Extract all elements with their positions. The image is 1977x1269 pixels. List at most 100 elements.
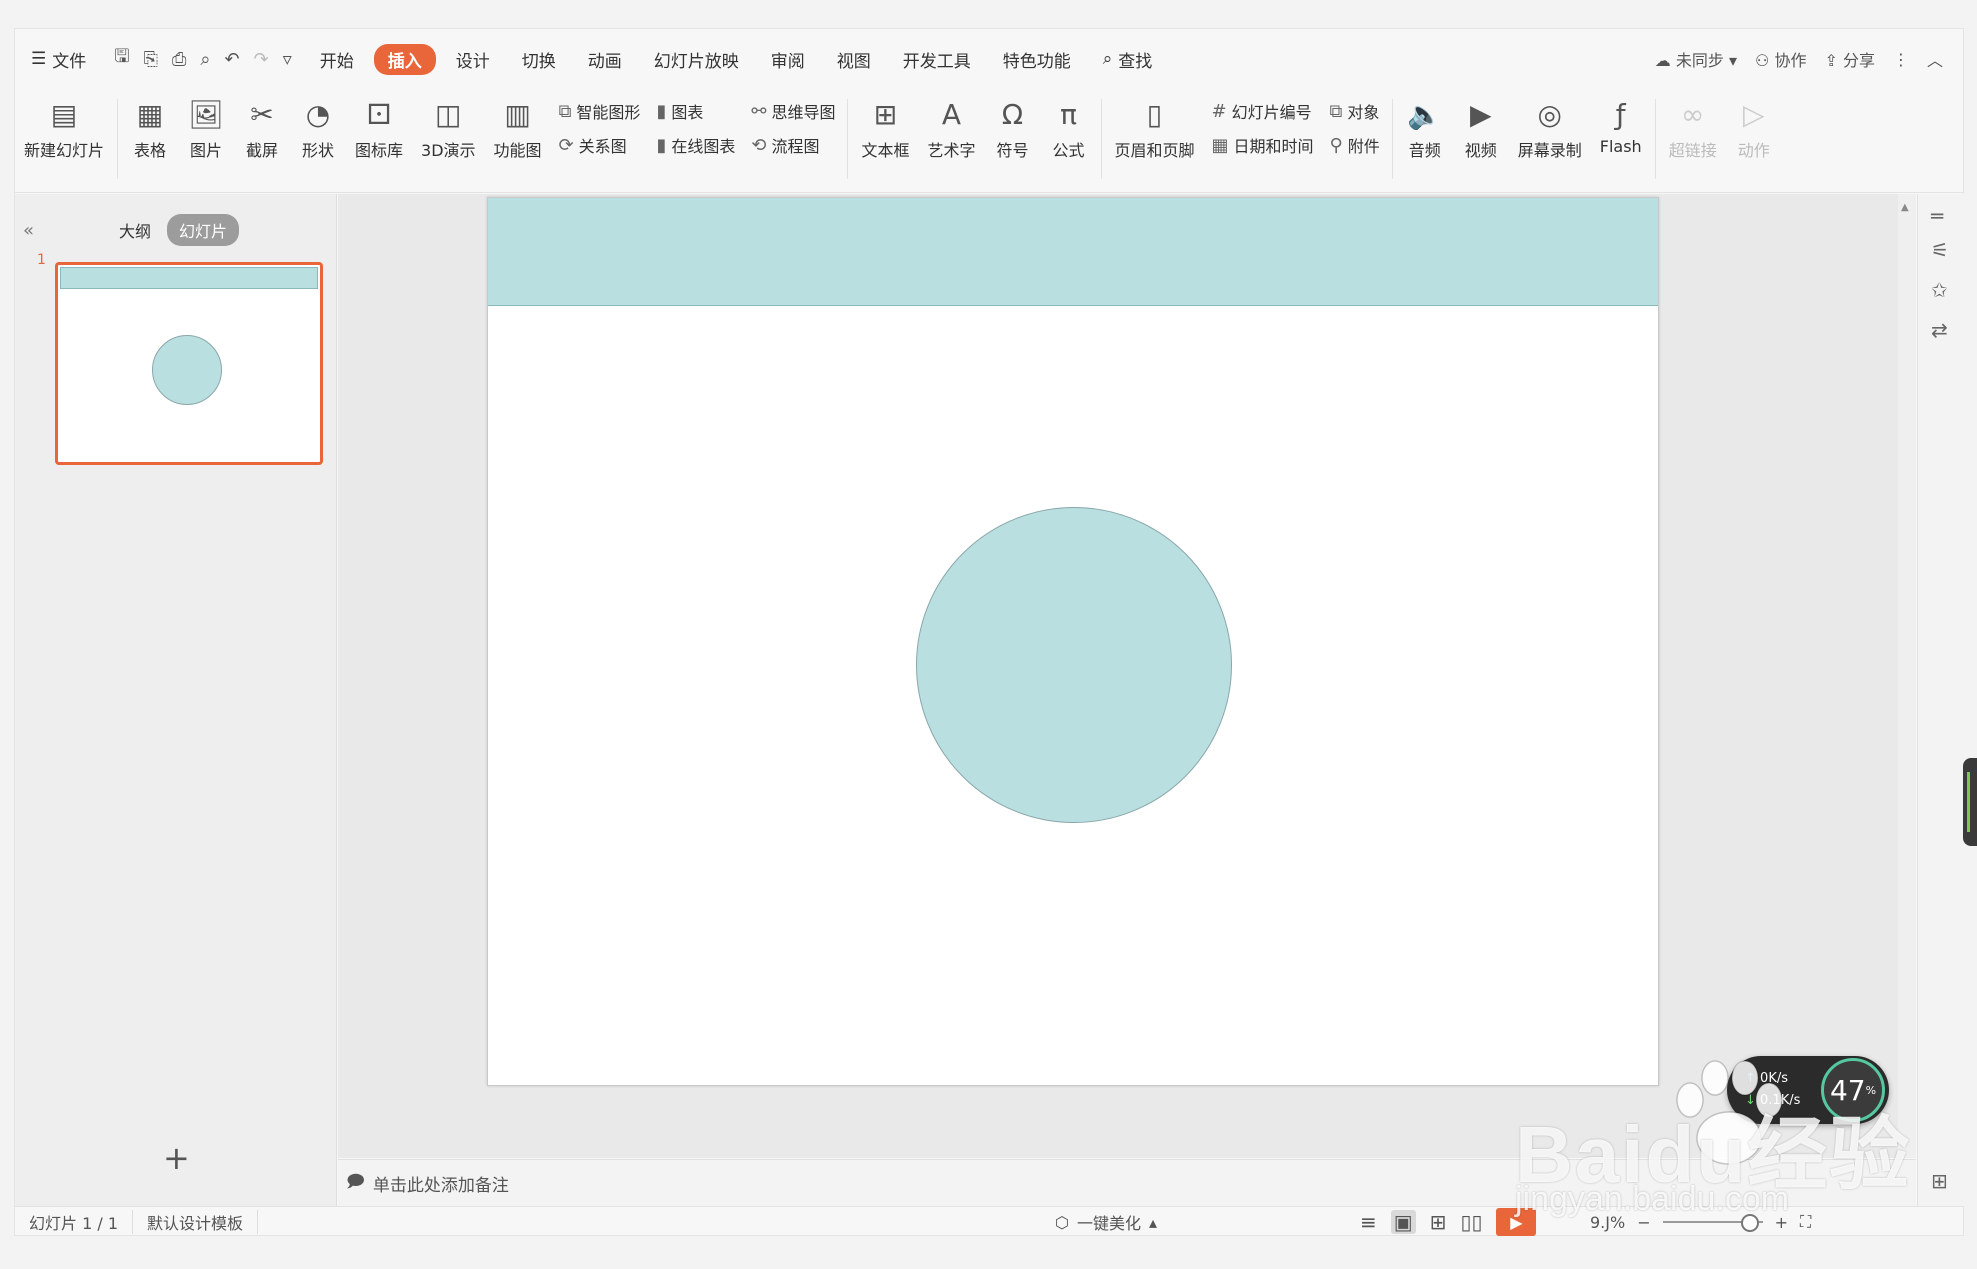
slide-number-button[interactable]: # 幻灯片编号 [1212,99,1314,123]
add-slide-icon[interactable]: + [163,1139,190,1177]
side-float-tab[interactable] [1963,758,1977,846]
online-chart-icon: ▮ [656,134,667,156]
template-name[interactable]: 默认设计模板 [133,1210,259,1234]
circle-shape[interactable] [916,507,1232,823]
relation-button[interactable]: ⟳ 关系图 [559,133,641,157]
omega-icon: Ω [1001,97,1024,131]
print-preview-icon[interactable]: ⌕ [200,49,210,70]
smart-shape-icon: ⧉ [558,100,572,122]
search-button[interactable]: ⌕ 查找 [1087,47,1169,72]
magic-icon[interactable]: ✩ [1931,278,1948,302]
divider [1100,99,1102,179]
tab-home[interactable]: 开始 [304,47,370,72]
flowchart-button[interactable]: ⟲ 流程图 [751,133,835,157]
collapse-ribbon-icon[interactable]: ︿ [1927,47,1943,71]
divider [117,99,119,179]
screen-record-button[interactable]: ◎ 屏幕录制 [1509,95,1591,161]
tab-insert[interactable]: 插入 [373,43,436,75]
save-icon[interactable]: 🖫 [114,44,129,74]
fit-window-icon[interactable]: ⛶ [1800,1212,1811,1232]
notes-area[interactable]: 🗩 单击此处添加备注 [338,1159,1916,1206]
zoom-out-icon[interactable]: − [1637,1213,1650,1232]
icon-library-icon: ⚀ [366,97,392,131]
textbox-button[interactable]: ⊞ 文本框 [852,95,918,161]
online-chart-button[interactable]: ▮ 在线图表 [656,133,735,157]
file-menu[interactable]: ☰ 文件 [15,47,102,72]
tab-review[interactable]: 审阅 [755,47,821,72]
function-chart-icon: ▥ [504,97,531,131]
tab-outline[interactable]: 大纲 [119,218,151,242]
scroll-up-icon[interactable]: ▲ [1901,202,1909,213]
icon-library-button[interactable]: ⚀ 图标库 [346,95,412,161]
quick-access-toolbar: 🖫 ⎘ ⎙ ⌕ ↶ ↷ ▿ [102,44,303,74]
collab-button[interactable]: ⚇ 协作 [1755,47,1806,71]
undo-icon[interactable]: ↶ [225,49,240,70]
header-footer-button[interactable]: ▯ 页眉和页脚 [1106,95,1204,161]
search-icon: ⌕ [1102,49,1113,69]
attachment-button[interactable]: ⚲ 附件 [1330,133,1380,157]
symbol-button[interactable]: Ω 符号 [985,95,1041,161]
divider [1654,99,1656,179]
3d-demo-button[interactable]: ◫ 3D演示 [412,95,485,161]
current-slide[interactable] [487,197,1659,1086]
apps-grid-icon[interactable]: ⊞ [1931,1169,1948,1193]
video-button[interactable]: ▶ 视频 [1453,95,1509,161]
smart-shape-button[interactable]: ⧉ 智能图形 [559,99,641,123]
table-button[interactable]: ▦ 表格 [122,95,178,161]
mind-map-button[interactable]: ⚯ 思维导图 [751,99,835,123]
divider [1391,99,1393,179]
slide-thumbnail[interactable] [55,262,323,465]
datetime-button[interactable]: ▦ 日期和时间 [1212,133,1314,157]
vertical-scrollbar[interactable]: ▲ [1898,194,1916,1158]
hyperlink-button[interactable]: ∞ 超链接 [1660,95,1726,161]
notes-toggle-icon[interactable]: ≡ [1360,1210,1377,1234]
zoom-in-icon[interactable]: + [1775,1213,1788,1232]
sorter-view-icon[interactable]: ⊞ [1430,1210,1447,1234]
tab-transition[interactable]: 切换 [506,47,572,72]
sidebar-handle-icon: ═ [1931,204,1944,228]
tab-slides[interactable]: 幻灯片 [167,214,240,246]
tab-developer[interactable]: 开发工具 [887,47,987,72]
tab-slideshow[interactable]: 幻灯片放映 [638,47,755,72]
shape-button[interactable]: ◔ 形状 [290,95,346,161]
3d-icon: ◫ [435,97,462,131]
screen-record-icon: ◎ [1537,97,1562,131]
formula-button[interactable]: π 公式 [1041,95,1097,161]
properties-icon[interactable]: ⚟ [1931,238,1949,262]
tab-view[interactable]: 视图 [821,47,887,72]
more-icon[interactable]: ⋮ [1893,50,1909,69]
net-speed-lines: ↑ 0K/s ↓ 0.1K/s [1745,1071,1801,1108]
action-button[interactable]: ▷ 动作 [1726,95,1782,161]
object-button[interactable]: ⧉ 对象 [1330,99,1380,123]
header-band-shape[interactable] [488,198,1658,306]
format-painter-icon[interactable]: ⎘ [144,49,158,70]
zoom-slider[interactable] [1662,1214,1763,1232]
tab-design[interactable]: 设计 [440,47,506,72]
play-slideshow-button[interactable]: ▶ [1496,1208,1537,1236]
art-text-button[interactable]: A 艺术字 [918,95,984,161]
textbox-icon: ⊞ [873,97,898,131]
customize-icon[interactable]: ▿ [283,49,292,70]
tab-animation[interactable]: 动画 [572,47,638,72]
tab-special[interactable]: 特色功能 [987,47,1087,72]
smart-group-col3: ⚯ 思维导图 ⟲ 流程图 [743,95,843,157]
net-speed-widget[interactable]: ↑ 0K/s ↓ 0.1K/s 47% [1727,1056,1889,1124]
screenshot-button[interactable]: ✂ 截屏 [234,95,290,161]
picture-button[interactable]: 🖼 图片 [178,95,234,161]
function-chart-button[interactable]: ▥ 功能图 [485,95,551,161]
audio-button[interactable]: 🔈 音频 [1397,95,1453,161]
normal-view-icon[interactable]: ▣ [1390,1210,1416,1234]
print-icon[interactable]: ⎙ [172,49,186,70]
new-slide-button[interactable]: ▤ 新建幻灯片 [15,95,113,161]
sync-button[interactable]: ☁ 未同步 ▾ [1655,47,1737,71]
slide-thumbnail-number: 1 [37,252,46,268]
flash-button[interactable]: ƒ Flash [1591,95,1651,157]
chart-button[interactable]: ▮ 图表 [656,99,735,123]
beautify-button[interactable]: ⬡ 一键美化 ▴ [1055,1210,1157,1234]
redo-icon[interactable]: ↷ [254,49,269,70]
share-button[interactable]: ⇪ 分享 [1824,47,1875,71]
collapse-panel-icon[interactable]: « [23,220,34,241]
zoom-level[interactable]: 9.J% [1590,1213,1625,1232]
reading-view-icon[interactable]: ▯▯ [1460,1210,1482,1234]
transfer-icon[interactable]: ⇄ [1931,318,1948,342]
